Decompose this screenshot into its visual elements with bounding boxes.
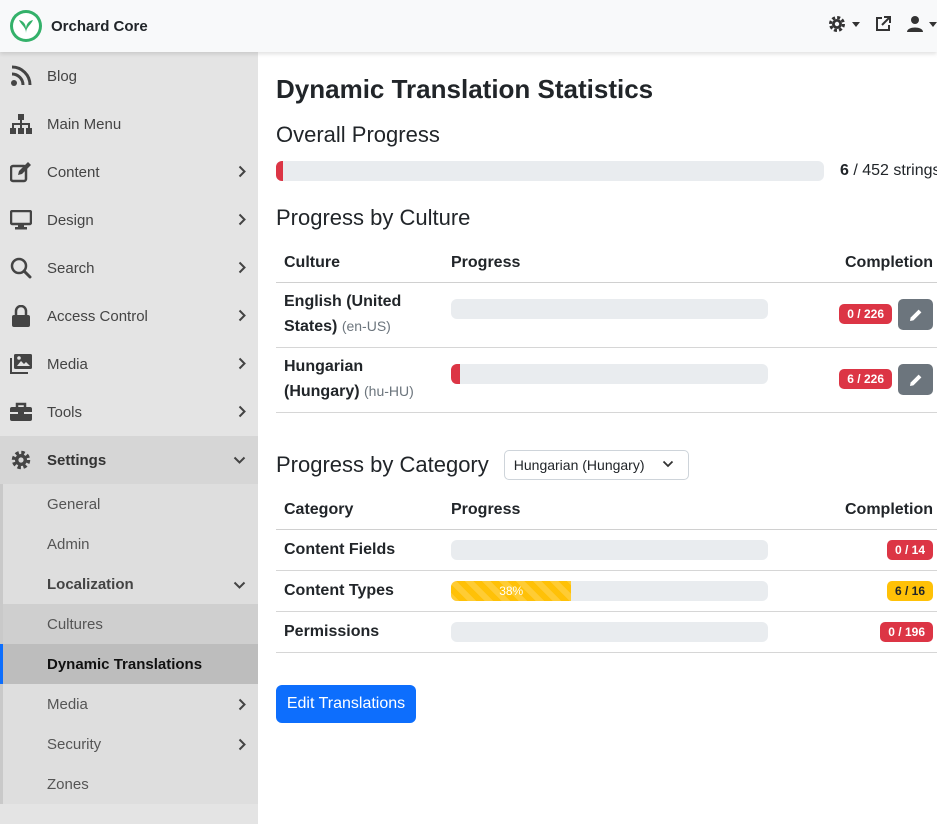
sidebar-item-media-settings[interactable]: Media	[3, 684, 258, 724]
culture-progress-fill	[451, 363, 460, 384]
orchard-logo-icon	[10, 10, 42, 42]
chevron-right-icon	[238, 165, 246, 178]
overall-progress-fill	[276, 161, 284, 181]
culture-name: Hungarian (Hungary) (hu-HU)	[284, 358, 414, 400]
overall-count: 6 / 452 strings	[840, 162, 937, 179]
sidebar-item-access-control[interactable]: Access Control	[0, 292, 258, 340]
chevron-down-icon	[233, 456, 246, 464]
chevron-right-icon	[238, 309, 246, 322]
overall-progress-heading: Overall Progress	[276, 122, 440, 147]
completion-badge: 6 / 16	[886, 580, 933, 601]
completion-badge: 0 / 14	[886, 539, 933, 560]
edit-translations-button[interactable]: Edit Translations	[276, 685, 416, 723]
table-row: English (United States) (en-US) 0 / 226	[276, 282, 937, 348]
sidebar-item-admin[interactable]: Admin	[3, 524, 258, 564]
user-icon	[907, 16, 923, 32]
theme-settings-dropdown[interactable]	[827, 14, 860, 34]
page-title: Dynamic Translation Statistics	[276, 74, 654, 104]
sidebar-item-design[interactable]: Design	[0, 196, 258, 244]
category-name: Permissions	[276, 611, 443, 653]
culture-select[interactable]: Hungarian (Hungary)	[503, 450, 689, 480]
sidebar-item-general[interactable]: General	[3, 484, 258, 524]
completion-badge: 6 / 226	[839, 369, 892, 390]
edit-culture-button[interactable]	[898, 364, 933, 395]
sidebar-item-tools[interactable]: Tools	[0, 388, 258, 436]
chevron-right-icon	[238, 698, 246, 711]
admin-sidebar: Blog Main Menu Content Design Search Acc…	[0, 52, 258, 824]
chevron-down-icon	[233, 581, 246, 589]
overall-progress-bar	[276, 161, 824, 181]
sidebar-item-content[interactable]: Content	[0, 148, 258, 196]
sidebar-item-search[interactable]: Search	[0, 244, 258, 292]
sidebar-item-localization[interactable]: Localization	[3, 564, 258, 604]
top-navbar: Orchard Core	[0, 0, 937, 52]
sidebar-item-media[interactable]: Media	[0, 340, 258, 388]
culture-name: English (United States) (en-US)	[284, 293, 402, 335]
culture-progress-heading: Progress by Culture	[276, 205, 471, 230]
completion-badge: 0 / 196	[880, 621, 933, 642]
edit-culture-button[interactable]	[898, 299, 933, 330]
category-name: Content Fields	[276, 529, 443, 571]
column-header-culture: Culture	[276, 244, 443, 283]
brand-name: Orchard Core	[51, 17, 148, 35]
sidebar-item-zones[interactable]: Zones	[3, 764, 258, 804]
sitemap-icon	[9, 112, 33, 136]
chevron-right-icon	[238, 261, 246, 274]
sidebar-item-blog[interactable]: Blog	[0, 52, 258, 100]
localization-submenu: Cultures Dynamic Translations	[0, 604, 258, 684]
monitor-icon	[9, 208, 33, 232]
column-header-completion: Completion	[822, 491, 937, 530]
chevron-right-icon	[238, 405, 246, 418]
category-progress-fill: 38%	[451, 580, 572, 601]
lock-icon	[9, 304, 33, 328]
chevron-right-icon	[238, 738, 246, 751]
sidebar-item-settings[interactable]: Settings	[0, 436, 258, 484]
category-progress-bar: 38%	[451, 580, 768, 601]
caret-down-icon	[929, 21, 937, 27]
sidebar-item-security[interactable]: Security	[3, 724, 258, 764]
culture-progress-bar	[451, 298, 768, 319]
search-icon	[9, 256, 33, 280]
visit-site-link[interactable]	[874, 15, 892, 33]
completion-badge: 0 / 226	[839, 304, 892, 325]
gear-icon	[829, 16, 845, 32]
category-progress-bar	[451, 621, 768, 642]
user-menu-dropdown[interactable]	[906, 15, 937, 33]
chevron-down-icon	[662, 460, 673, 468]
toolbox-icon	[9, 400, 33, 424]
category-progress-heading: Progress by Category	[276, 452, 489, 477]
table-row: Permissions 0 / 196	[276, 611, 937, 653]
table-row: Hungarian (Hungary) (hu-HU) 6 / 226	[276, 347, 937, 413]
culture-code: (hu-HU)	[364, 383, 414, 399]
caret-down-icon	[852, 21, 860, 27]
rss-icon	[9, 64, 33, 88]
category-progress-bar	[451, 539, 768, 560]
chevron-right-icon	[238, 213, 246, 226]
external-link-icon	[876, 16, 891, 31]
brand-link[interactable]: Orchard Core	[10, 10, 148, 42]
table-row: Content Types 38% 6 / 16	[276, 570, 937, 612]
images-icon	[9, 352, 33, 376]
chevron-right-icon	[238, 357, 246, 370]
pencil-icon	[909, 309, 921, 321]
column-header-progress: Progress	[443, 491, 823, 530]
culture-code: (en-US)	[341, 318, 391, 334]
category-progress-table: Category Progress Completion Content Fie…	[276, 491, 937, 653]
sidebar-item-main-menu[interactable]: Main Menu	[0, 100, 258, 148]
gear-icon	[9, 448, 33, 472]
pencil-icon	[909, 374, 921, 386]
culture-progress-bar	[451, 363, 768, 384]
edit-icon	[9, 160, 33, 184]
column-header-progress: Progress	[443, 244, 818, 283]
column-header-category: Category	[276, 491, 443, 530]
settings-submenu: General Admin Localization Cultures Dyna…	[0, 484, 258, 804]
sidebar-item-cultures[interactable]: Cultures	[3, 604, 258, 644]
culture-progress-table: Culture Progress Completion English (Uni…	[276, 244, 937, 413]
sidebar-item-dynamic-translations[interactable]: Dynamic Translations	[0, 644, 258, 684]
column-header-completion: Completion	[817, 244, 937, 283]
category-name: Content Types	[276, 570, 443, 612]
table-row: Content Fields 0 / 14	[276, 529, 937, 571]
